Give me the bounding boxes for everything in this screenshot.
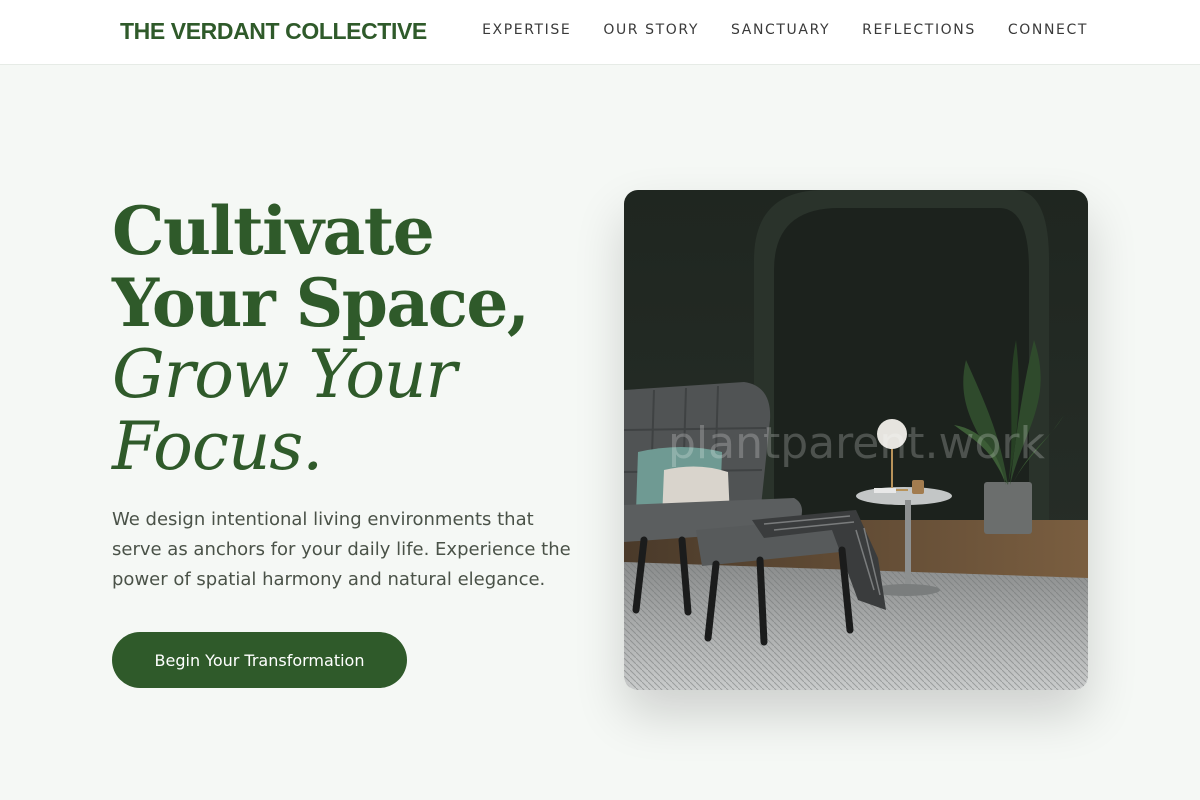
nav-link-our-story[interactable]: OUR STORY <box>603 22 699 38</box>
brand-logo-link[interactable]: THE VERDANT COLLECTIVE <box>120 18 427 45</box>
nav-link-sanctuary[interactable]: SANCTUARY <box>731 22 830 38</box>
hero-title: Cultivate Your Space, Grow Your Focus. <box>112 195 582 483</box>
nav-link-expertise[interactable]: EXPERTISE <box>482 22 571 38</box>
hero-interior-photo: plantparent.work <box>624 190 1088 690</box>
begin-transformation-button[interactable]: Begin Your Transformation <box>112 632 407 688</box>
main-nav: EXPERTISE OUR STORY SANCTUARY REFLECTION… <box>482 22 1088 38</box>
hero-title-line-4: Focus. <box>112 408 323 485</box>
nav-link-reflections[interactable]: REFLECTIONS <box>862 22 976 38</box>
hero-description: We design intentional living environment… <box>112 509 571 590</box>
interior-illustration <box>624 190 1088 690</box>
nav-link-connect[interactable]: CONNECT <box>1008 22 1088 38</box>
hero-title-line-2: Your Space, <box>112 264 530 342</box>
site-header: THE VERDANT COLLECTIVE EXPERTISE OUR STO… <box>0 0 1200 65</box>
hero-title-line-1: Cultivate <box>112 192 435 270</box>
hero-title-line-3: Grow Your <box>112 336 457 413</box>
